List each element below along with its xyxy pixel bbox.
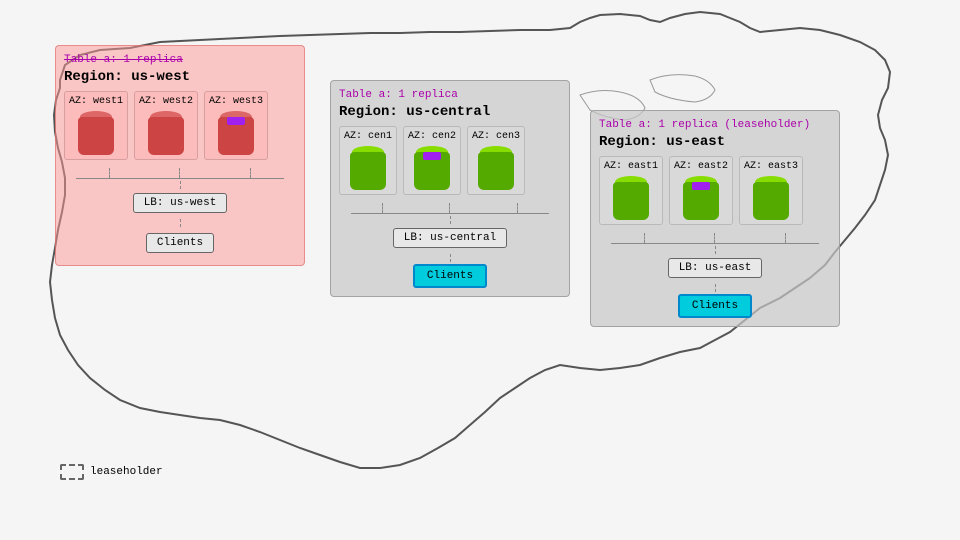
east-leaseholder-indicator [692,182,710,190]
central-az2-cylinder [414,146,450,190]
central-az3-cylinder [478,146,514,190]
west-table-label: Table a: 1 replica [64,54,296,66]
east-az1-box: AZ: east1 [599,156,663,225]
west-az3-cylinder [218,111,254,155]
east-az3-label: AZ: east3 [744,161,798,172]
central-az-row: AZ: cen1 AZ: cen2 AZ: cen3 [339,126,561,195]
east-table-label: Table a: 1 replica (leaseholder) [599,119,831,131]
central-table-label: Table a: 1 replica [339,89,561,101]
west-az3-box: AZ: west3 [204,91,268,160]
west-az2-cylinder [148,111,184,155]
east-az3-box: AZ: east3 [739,156,803,225]
central-az3-box: AZ: cen3 [467,126,525,195]
west-clients-box[interactable]: Clients [146,233,214,253]
legend-label: leaseholder [90,466,163,478]
central-leaseholder-indicator [423,152,441,160]
west-az3-label: AZ: west3 [209,96,263,107]
east-region-panel: Table a: 1 replica (leaseholder) Region:… [590,110,840,327]
west-az2-label: AZ: west2 [139,96,193,107]
east-clients-box[interactable]: Clients [678,294,752,318]
central-az1-box: AZ: cen1 [339,126,397,195]
east-az2-cylinder [683,176,719,220]
west-leaseholder-indicator [227,117,245,125]
central-az2-label: AZ: cen2 [408,131,456,142]
east-az2-box: AZ: east2 [669,156,733,225]
legend-area: leaseholder [60,464,163,480]
east-lb-box: LB: us-east [668,258,763,278]
east-az1-label: AZ: east1 [604,161,658,172]
central-region-panel: Table a: 1 replica Region: us-central AZ… [330,80,570,297]
central-az1-label: AZ: cen1 [344,131,392,142]
west-az1-cylinder [78,111,114,155]
east-region-name: Region: us-east [599,134,831,150]
west-region-name: Region: us-west [64,69,296,85]
west-lb-box: LB: us-west [133,193,228,213]
west-az-row: AZ: west1 AZ: west2 AZ: west3 [64,91,296,160]
legend-dashed-box [60,464,84,480]
central-lb-box: LB: us-central [393,228,507,248]
central-region-name: Region: us-central [339,104,561,120]
east-az2-label: AZ: east2 [674,161,728,172]
central-az2-box: AZ: cen2 [403,126,461,195]
central-az3-label: AZ: cen3 [472,131,520,142]
west-az2-box: AZ: west2 [134,91,198,160]
west-region-panel: Table a: 1 replica Region: us-west AZ: w… [55,45,305,266]
east-az3-cylinder [753,176,789,220]
west-az1-box: AZ: west1 [64,91,128,160]
east-az-row: AZ: east1 AZ: east2 AZ: east3 [599,156,831,225]
west-az1-label: AZ: west1 [69,96,123,107]
central-clients-box[interactable]: Clients [413,264,487,288]
east-az1-cylinder [613,176,649,220]
central-az1-cylinder [350,146,386,190]
